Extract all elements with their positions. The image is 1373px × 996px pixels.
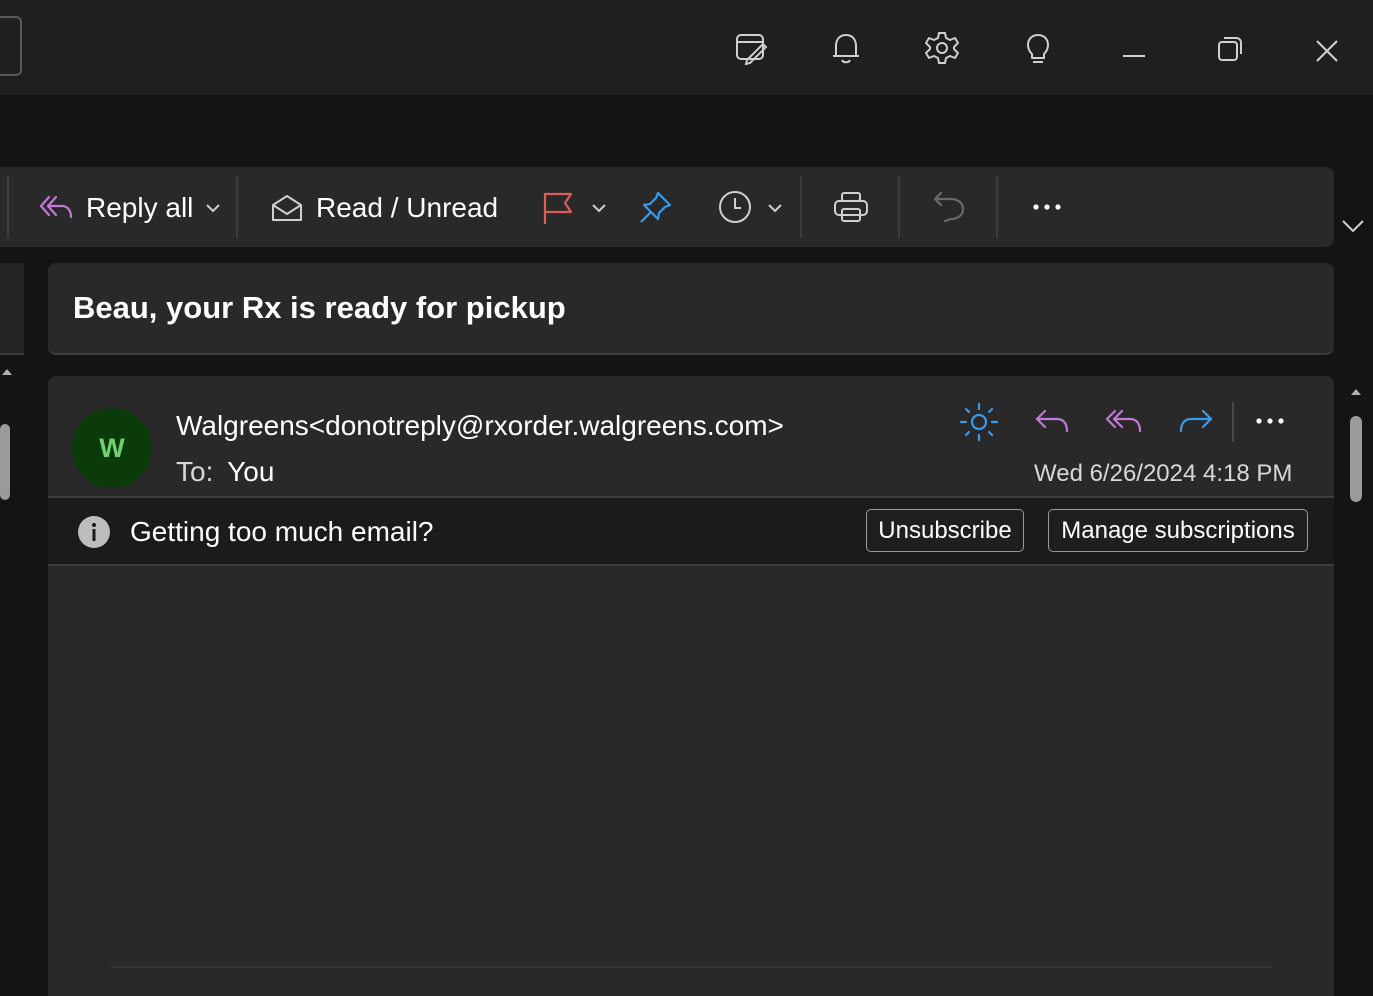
reply-all-button[interactable]: Reply all: [38, 186, 193, 230]
left-scroll-up-icon[interactable]: [0, 366, 14, 378]
unsubscribe-button[interactable]: Unsubscribe: [866, 509, 1024, 552]
bell-icon[interactable]: [826, 28, 866, 68]
reply-all-icon: [38, 193, 74, 223]
snooze-dropdown-chevron-icon[interactable]: [765, 198, 785, 218]
more-icon[interactable]: [1030, 196, 1064, 218]
reply-icon[interactable]: [1030, 400, 1074, 444]
reply-all-label: Reply all: [86, 192, 194, 223]
avatar[interactable]: W: [72, 408, 152, 488]
undo-icon[interactable]: [931, 189, 967, 225]
read-unread-button[interactable]: Read / Unread: [270, 186, 498, 230]
info-icon: [77, 515, 111, 549]
search-box[interactable]: [0, 16, 22, 76]
print-icon[interactable]: [832, 189, 870, 225]
scroll-up-icon[interactable]: [1349, 386, 1363, 398]
manage-subscriptions-button[interactable]: Manage subscriptions: [1048, 509, 1308, 552]
message-date: Wed 6/26/2024 4:18 PM: [1034, 460, 1293, 487]
flag-icon[interactable]: [541, 190, 575, 226]
task-icon[interactable]: [731, 28, 771, 68]
scrollbar-thumb[interactable]: [1350, 416, 1362, 502]
ribbon-divider: [7, 176, 9, 238]
close-icon[interactable]: [1306, 28, 1346, 68]
ribbon-divider: [898, 176, 900, 238]
info-message: Getting too much email?: [130, 516, 434, 547]
restore-icon[interactable]: [1210, 28, 1250, 68]
ribbon-divider: [236, 176, 238, 238]
recipient-name[interactable]: You: [227, 456, 274, 487]
to-label: To:: [176, 456, 214, 487]
action-divider: [1232, 402, 1234, 442]
minimize-icon[interactable]: [1114, 28, 1154, 68]
forward-icon[interactable]: [1174, 400, 1218, 444]
email-subject: Beau, your Rx is ready for pickup: [73, 290, 566, 325]
expand-chevron-icon[interactable]: [1340, 215, 1366, 237]
reply-all-icon[interactable]: [1102, 400, 1146, 444]
reply-all-dropdown-chevron-icon[interactable]: [203, 198, 223, 218]
envelope-open-icon: [270, 192, 304, 224]
body-divider: [110, 966, 1272, 968]
avatar-initial: W: [99, 432, 125, 463]
left-scrollbar-thumb[interactable]: [0, 424, 10, 500]
read-unread-label: Read / Unread: [316, 192, 499, 223]
sun-icon[interactable]: [957, 400, 1001, 444]
lightbulb-icon[interactable]: [1018, 28, 1058, 68]
title-bar: [0, 0, 1373, 95]
flag-dropdown-chevron-icon[interactable]: [589, 198, 609, 218]
clock-icon[interactable]: [717, 189, 753, 225]
left-pane-edge: [0, 263, 24, 355]
sender-address[interactable]: Walgreens<donotreply@rxorder.walgreens.c…: [176, 410, 784, 442]
message-more-icon[interactable]: [1253, 410, 1287, 432]
pin-icon[interactable]: [638, 189, 674, 225]
ribbon-divider: [996, 176, 998, 238]
recipient-line: To: You: [176, 456, 274, 488]
ribbon-divider: [800, 176, 802, 238]
gear-icon[interactable]: [922, 28, 962, 68]
